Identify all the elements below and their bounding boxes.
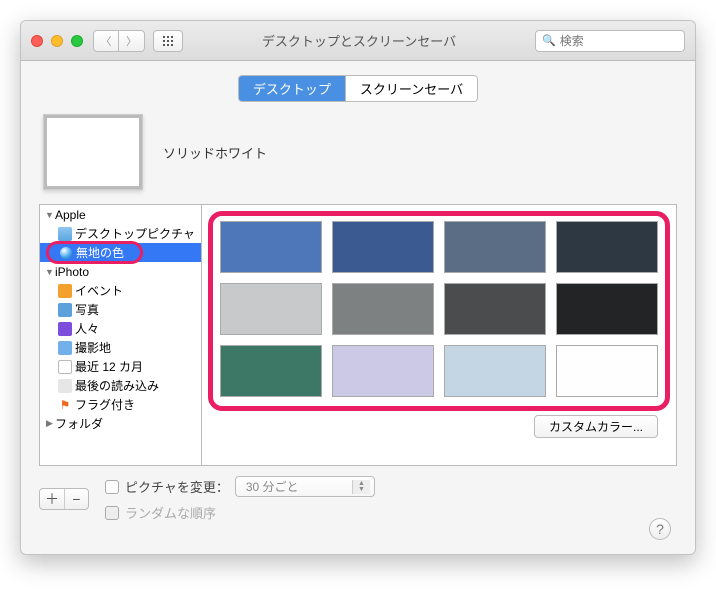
help-button[interactable]: ? [649,518,671,540]
disclosure-icon: ▼ [44,210,55,220]
sidebar-item-last-import[interactable]: 最後の読み込み [40,376,201,395]
preview-label: ソリッドホワイト [163,143,267,162]
calendar-icon [58,360,72,374]
color-swatch-0[interactable] [220,221,322,273]
grid-icon [162,35,174,47]
custom-color-button[interactable]: カスタムカラー... [534,415,658,438]
places-icon [58,341,72,355]
footer: ＋ − ピクチャを変更： 30 分ごと ▲▼ ランダムな順序 [39,466,677,532]
flag-icon: ⚑ [58,398,72,412]
color-swatch-6[interactable] [444,283,546,335]
remove-button[interactable]: − [64,489,88,509]
main-panel: ▼Apple デスクトップピクチャ 無地の色 ▼iPhoto イベント 写真 人… [39,204,677,466]
swatch-grid [212,215,666,403]
search-field[interactable]: 🔍 ✕ [535,30,685,52]
change-picture-label: ピクチャを変更： [125,477,229,496]
events-icon [58,284,72,298]
swatch-grid-area: カスタムカラー... [202,205,676,465]
import-icon [58,379,72,393]
preview-thumbnail [43,114,143,190]
color-swatch-3[interactable] [556,221,658,273]
sidebar-group-folders[interactable]: ▶フォルダ [40,414,201,433]
sidebar-item-places[interactable]: 撮影地 [40,338,201,357]
folder-icon [58,227,72,241]
random-order-checkbox [105,506,119,520]
photos-icon [58,303,72,317]
window-controls [31,35,83,47]
sidebar-item-flagged[interactable]: ⚑フラグ付き [40,395,201,414]
sidebar-item-recent12[interactable]: 最近 12 カ月 [40,357,201,376]
change-picture-row: ピクチャを変更： 30 分ごと ▲▼ [105,476,637,497]
color-swatch-2[interactable] [444,221,546,273]
people-icon [58,322,72,336]
random-order-label: ランダムな順序 [125,503,216,522]
color-swatch-7[interactable] [556,283,658,335]
color-swatch-11[interactable] [556,345,658,397]
interval-value: 30 分ごと [246,478,299,495]
search-icon: 🔍 [542,34,556,47]
tab-screensaver[interactable]: スクリーンセーバ [345,76,477,101]
tab-bar: デスクトップ スクリーンセーバ [21,61,695,114]
color-swatch-4[interactable] [220,283,322,335]
window-title: デスクトップとスクリーンセーバ [183,31,535,50]
close-window[interactable] [31,35,43,47]
sidebar-item-desktop-pictures[interactable]: デスクトップピクチャ [40,224,201,243]
color-swatch-1[interactable] [332,221,434,273]
color-swatch-9[interactable] [332,345,434,397]
color-swatch-8[interactable] [220,345,322,397]
forward-button[interactable]: 〉 [119,30,145,52]
show-all-button[interactable] [153,30,183,52]
zoom-window[interactable] [71,35,83,47]
disclosure-icon: ▼ [44,267,55,277]
add-remove-buttons: ＋ − [39,488,89,510]
titlebar: 〈 〉 デスクトップとスクリーンセーバ 🔍 ✕ [21,21,695,61]
sidebar-group-iphoto[interactable]: ▼iPhoto [40,262,201,281]
sidebar-item-photos[interactable]: 写真 [40,300,201,319]
minimize-window[interactable] [51,35,63,47]
source-sidebar[interactable]: ▼Apple デスクトップピクチャ 無地の色 ▼iPhoto イベント 写真 人… [40,205,202,465]
color-swatch-5[interactable] [332,283,434,335]
interval-select[interactable]: 30 分ごと ▲▼ [235,476,375,497]
solid-colors-icon [60,247,72,259]
sidebar-item-solid-colors[interactable]: 無地の色 [40,243,201,262]
preview-row: ソリッドホワイト [39,114,677,190]
random-order-row: ランダムな順序 [105,503,637,522]
sidebar-group-apple[interactable]: ▼Apple [40,205,201,224]
tab-desktop[interactable]: デスクトップ [239,76,345,101]
add-button[interactable]: ＋ [40,489,64,509]
preferences-window: 〈 〉 デスクトップとスクリーンセーバ 🔍 ✕ デスクトップ スクリーンセーバ … [20,20,696,555]
sidebar-item-events[interactable]: イベント [40,281,201,300]
chevron-updown-icon: ▲▼ [352,480,370,494]
search-input[interactable] [560,34,696,48]
nav-buttons: 〈 〉 [93,30,145,52]
color-swatch-10[interactable] [444,345,546,397]
disclosure-icon: ▶ [44,418,55,429]
back-button[interactable]: 〈 [93,30,119,52]
change-picture-checkbox[interactable] [105,480,119,494]
sidebar-item-people[interactable]: 人々 [40,319,201,338]
